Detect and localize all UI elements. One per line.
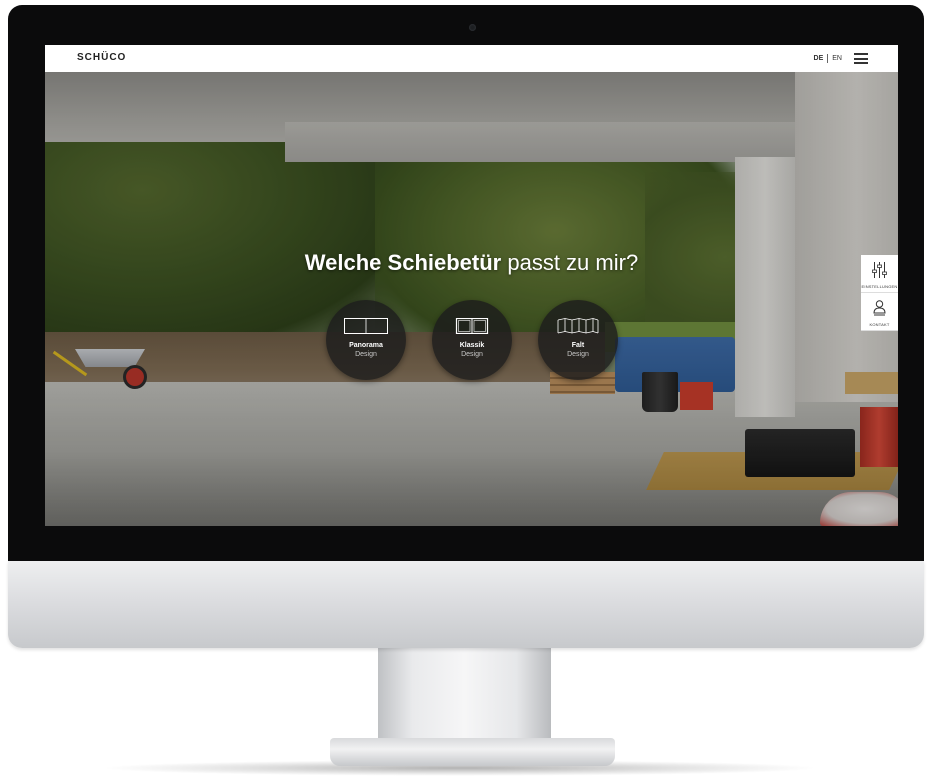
settings-tool-button[interactable]: EINSTELLUNGEN: [861, 255, 898, 293]
camera-icon: [469, 24, 476, 31]
hero-background-photo: [45, 72, 898, 526]
side-toolbar: EINSTELLUNGEN KONTAKT: [861, 255, 898, 331]
hero-headline: Welche Schiebetür passt zu mir?: [45, 250, 898, 276]
option-sublabel: Design: [567, 351, 589, 358]
contact-tool-button[interactable]: KONTAKT: [861, 293, 898, 331]
monitor-chin: [8, 561, 924, 648]
schueco-logo[interactable]: SCHÜCO: [77, 52, 126, 63]
option-label: Falt: [571, 342, 585, 349]
language-de-link[interactable]: DE: [814, 55, 824, 62]
option-panorama-design[interactable]: Panorama Design: [326, 300, 406, 380]
website-screen: SCHÜCO DE EN Welche Schiebetür passt zu …: [45, 45, 898, 526]
language-switcher: DE EN: [814, 54, 842, 63]
folding-door-icon: [557, 318, 599, 334]
door-type-options: Panorama Design Klassik Design Falt Desi…: [45, 300, 898, 382]
sliders-icon: [872, 262, 887, 278]
language-en-link[interactable]: EN: [832, 55, 842, 62]
language-separator: [827, 54, 829, 63]
settings-tool-label: EINSTELLUNGEN: [861, 284, 898, 289]
contact-tool-label: KONTAKT: [869, 322, 890, 327]
top-navigation-bar: SCHÜCO DE EN: [45, 45, 898, 72]
monitor-stand-base: [330, 738, 615, 766]
headline-strong: Welche Schiebetür: [304, 250, 502, 275]
option-sublabel: Design: [461, 351, 483, 358]
option-sublabel: Design: [355, 351, 377, 358]
option-klassik-design[interactable]: Klassik Design: [432, 300, 512, 380]
option-falt-design[interactable]: Falt Design: [538, 300, 618, 380]
headline-light: passt zu mir?: [507, 250, 639, 275]
option-label: Klassik: [459, 342, 485, 349]
hamburger-menu-icon[interactable]: [854, 53, 868, 64]
contact-icon: [873, 300, 886, 316]
monitor-stand: [378, 647, 551, 743]
panorama-door-icon: [344, 318, 388, 334]
option-label: Panorama: [349, 342, 383, 349]
classic-door-icon: [455, 318, 489, 334]
